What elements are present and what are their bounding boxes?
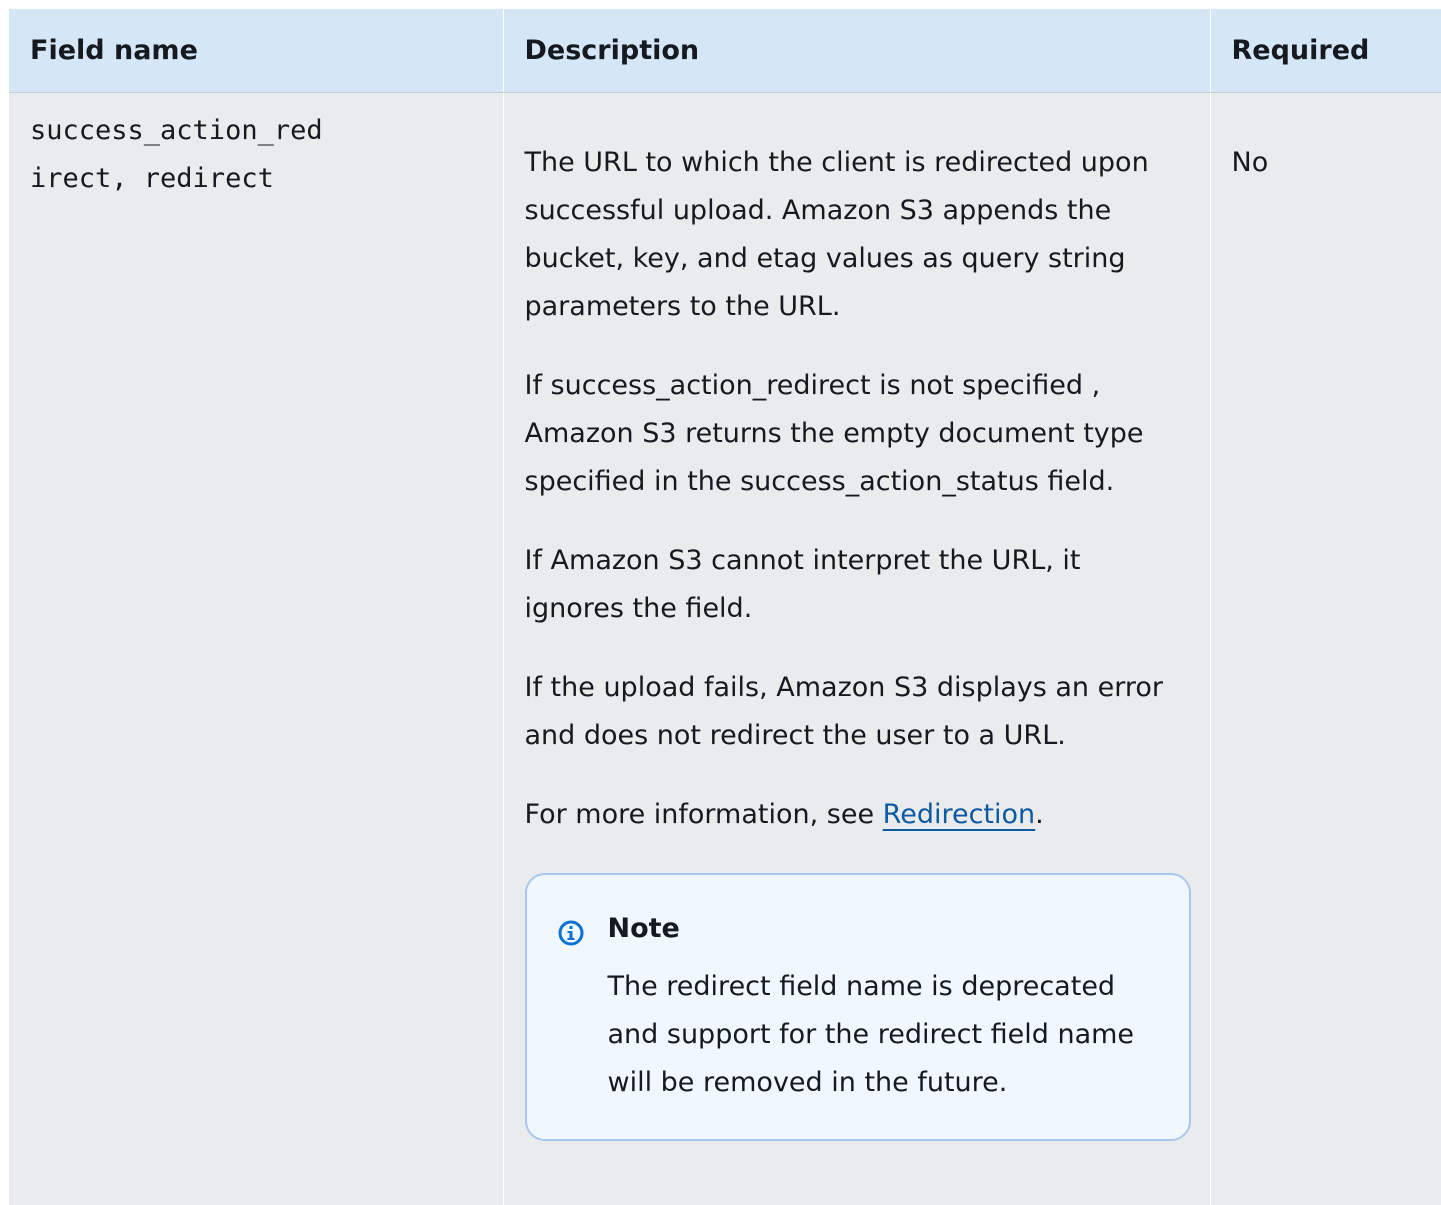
field-table: Field name Description Required success_… — [9, 9, 1441, 1205]
header-field-name: Field name — [9, 9, 503, 93]
table-body: success_action_red irect, redirect The U… — [9, 92, 1441, 1205]
header-required: Required — [1209, 9, 1441, 93]
description-paragraph-5: For more information, see Redirection. — [525, 791, 1189, 839]
field-name-line-2: irect, redirect — [30, 162, 274, 194]
field-table-container: Field name Description Required success_… — [9, 9, 1441, 1205]
redirection-link[interactable]: Redirection — [883, 799, 1035, 830]
field-name-line-1: success_action_red — [30, 114, 323, 146]
field-name-cell: success_action_red irect, redirect — [9, 92, 503, 1205]
info-icon — [558, 920, 583, 945]
header-description: Description — [502, 9, 1210, 93]
description-cell: The URL to which the client is redirecte… — [502, 92, 1210, 1205]
description-paragraph-4: If the upload fails, Amazon S3 displays … — [524, 671, 1164, 751]
required-cell: No — [1209, 92, 1441, 1205]
table-header: Field name Description Required — [9, 9, 1441, 93]
note-title: Note — [607, 912, 680, 944]
note-callout: Note The redirect field name is deprecat… — [524, 872, 1191, 1141]
note-body: The redirect field name is deprecated an… — [607, 970, 1135, 1098]
more-info-text: For more information, see — [524, 798, 883, 830]
field-name-code: success_action_red irect, redirect — [30, 93, 380, 203]
description-paragraph-3: If Amazon S3 cannot interpret the URL, i… — [524, 544, 1081, 624]
table-row: success_action_red irect, redirect The U… — [9, 92, 1441, 1205]
header-row: Field name Description Required — [9, 9, 1441, 93]
description-paragraph-2: If success_action_redirect is not specif… — [524, 369, 1144, 497]
more-info-period: . — [1035, 798, 1044, 830]
description-paragraph-1: The URL to which the client is redirecte… — [524, 146, 1149, 322]
